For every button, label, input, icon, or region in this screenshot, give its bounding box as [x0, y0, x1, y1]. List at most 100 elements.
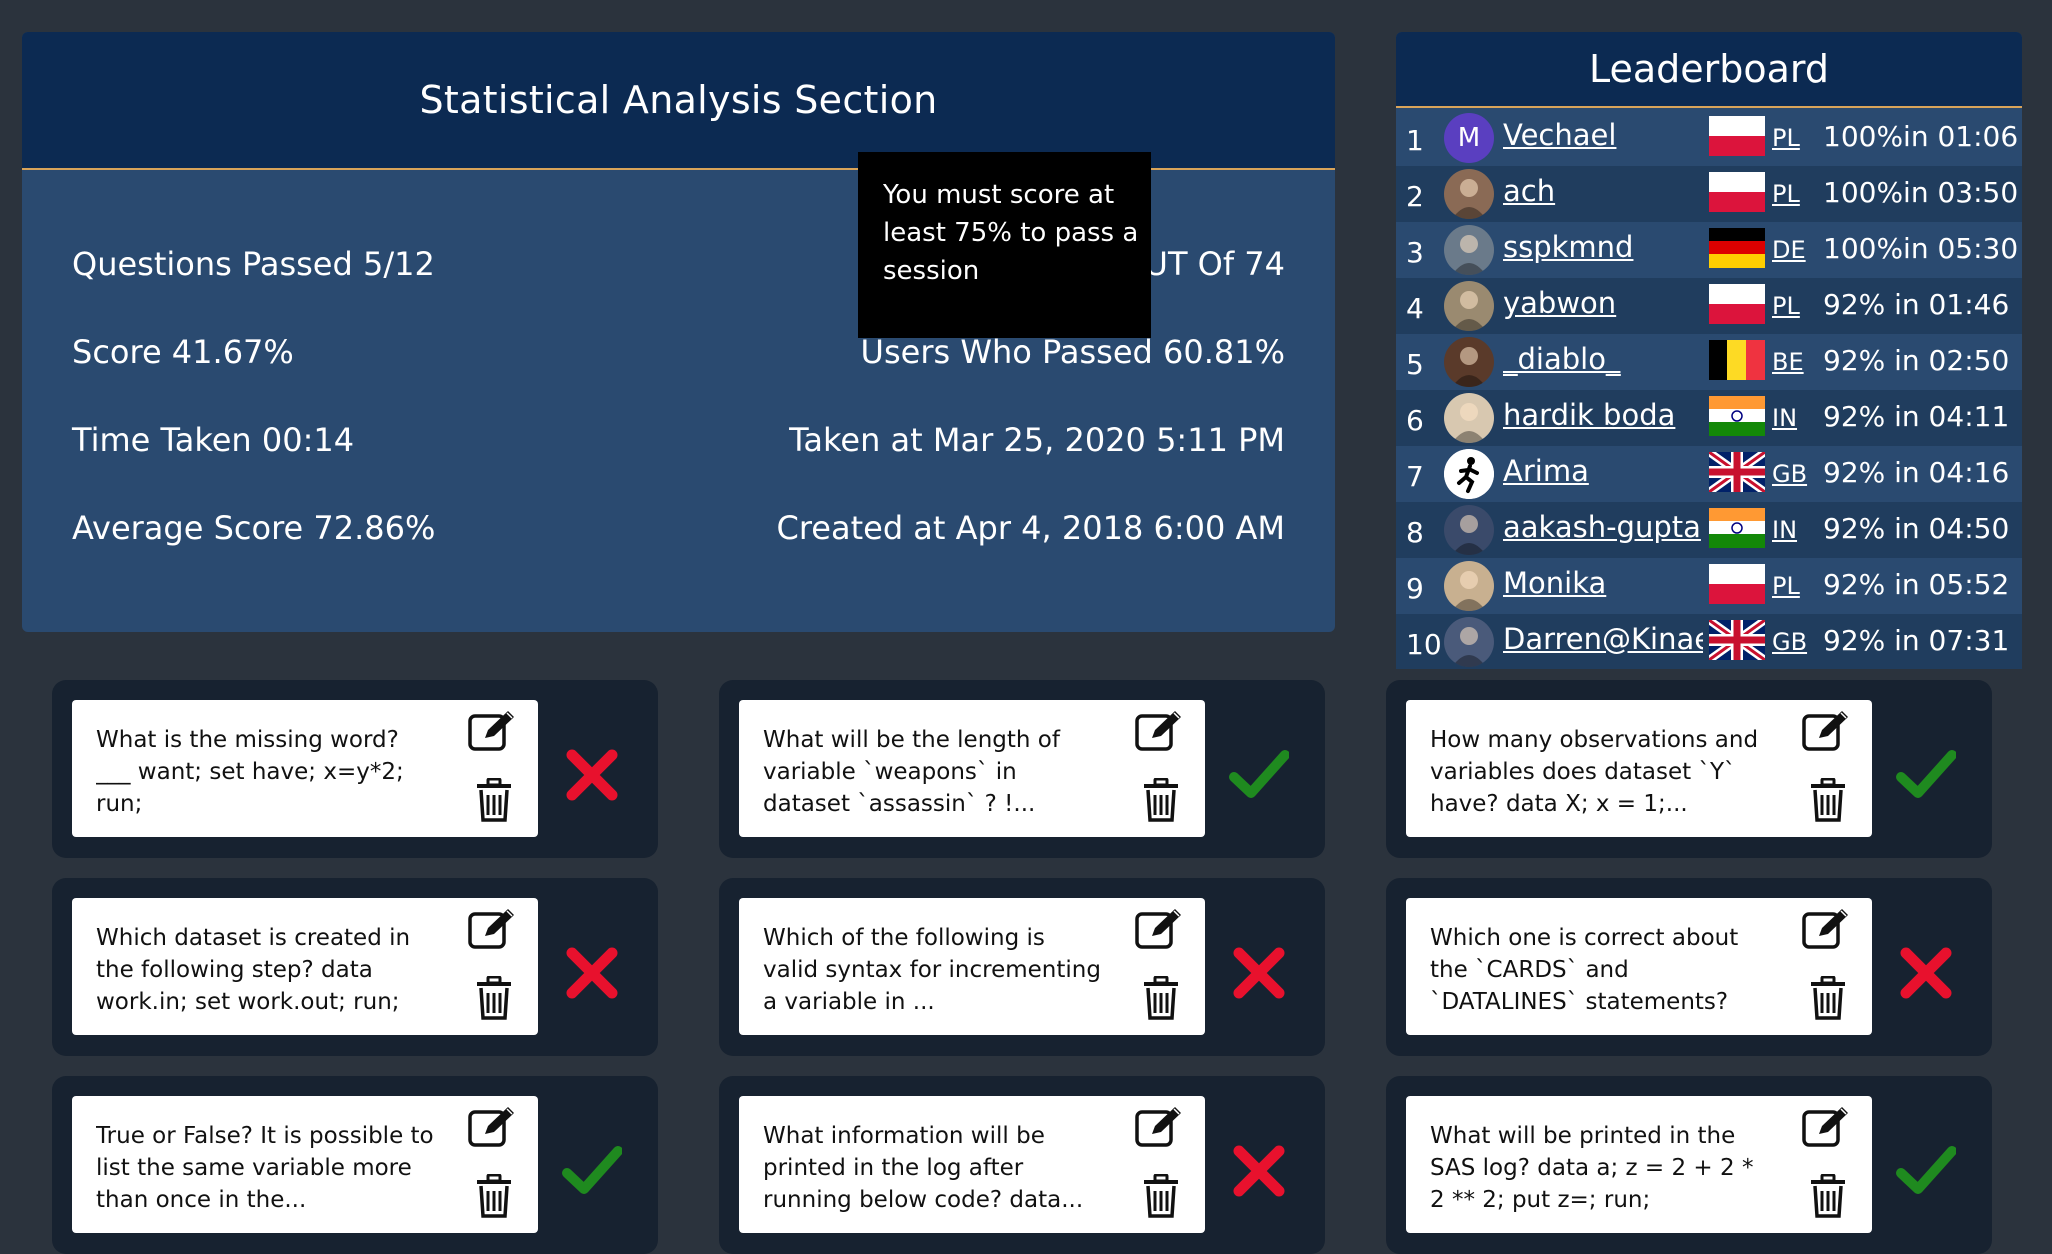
taken-at: Taken at Mar 25, 2020 5:11 PM — [789, 421, 1285, 459]
country-flag-icon — [1706, 448, 1768, 496]
edit-icon[interactable] — [467, 1104, 517, 1148]
edit-icon[interactable] — [1134, 708, 1184, 752]
country-code-link[interactable]: PL — [1772, 180, 1800, 208]
leaderboard-row: 7 Arima GB 92% in 04:16 — [1396, 446, 2022, 502]
trash-icon[interactable] — [475, 975, 513, 1020]
question-text[interactable]: What will be printed in the SAS log? dat… — [1430, 1120, 1770, 1220]
trash-icon[interactable] — [1809, 1173, 1847, 1218]
question-text[interactable]: What will be the length of variable `wea… — [763, 724, 1103, 824]
leaderboard-username-link[interactable]: _diablo_ — [1503, 342, 1703, 376]
leaderboard-row: 2 ach PL 100%in 03:50 — [1396, 166, 2022, 222]
edit-icon[interactable] — [467, 708, 517, 752]
country-code-link[interactable]: DE — [1772, 236, 1806, 264]
leaderboard-row: 6 hardik boda IN 92% in 04:11 — [1396, 390, 2022, 446]
leaderboard-rank: 3 — [1406, 236, 1424, 269]
leaderboard-username-link[interactable]: Vechael — [1503, 118, 1703, 152]
leaderboard-score: 100%in 03:50 — [1823, 176, 2019, 209]
edit-icon[interactable] — [1134, 1104, 1184, 1148]
question-box[interactable]: Which one is correct about the `CARDS` a… — [1406, 898, 1872, 1035]
question-box[interactable]: What will be the length of variable `wea… — [739, 700, 1205, 837]
question-card: How many observations and variables does… — [1386, 680, 1992, 858]
trash-icon[interactable] — [1142, 1173, 1180, 1218]
question-text[interactable]: Which one is correct about the `CARDS` a… — [1430, 922, 1770, 1022]
leaderboard-username-link[interactable]: sspkmnd — [1503, 230, 1703, 264]
question-card: What will be printed in the SAS log? dat… — [1386, 1076, 1992, 1254]
rank-out-of: UT Of 74 — [1144, 245, 1285, 283]
cross-icon — [562, 745, 622, 805]
question-card: What information will be printed in the … — [719, 1076, 1325, 1254]
leaderboard-score: 92% in 04:16 — [1823, 456, 2010, 489]
question-box[interactable]: Which of the following is valid syntax f… — [739, 898, 1205, 1035]
leaderboard-score: 100%in 05:30 — [1823, 232, 2019, 265]
question-box[interactable]: What will be printed in the SAS log? dat… — [1406, 1096, 1872, 1233]
leaderboard-username-link[interactable]: yabwon — [1503, 286, 1703, 320]
edit-icon[interactable] — [467, 906, 517, 950]
edit-icon[interactable] — [1134, 906, 1184, 950]
statistics-title: Statistical Analysis Section — [419, 78, 938, 122]
leaderboard-score: 92% in 01:46 — [1823, 288, 2010, 321]
leaderboard-username-link[interactable]: ach — [1503, 174, 1703, 208]
edit-icon[interactable] — [1801, 1104, 1851, 1148]
country-code-link[interactable]: BE — [1772, 348, 1804, 376]
user-avatar[interactable] — [1444, 225, 1494, 275]
question-text[interactable]: True or False? It is possible to list th… — [96, 1120, 436, 1220]
question-text[interactable]: What information will be printed in the … — [763, 1120, 1103, 1220]
question-text[interactable]: Which of the following is valid syntax f… — [763, 922, 1103, 1022]
user-avatar[interactable] — [1444, 617, 1494, 667]
leaderboard-rank: 7 — [1406, 460, 1424, 493]
country-flag-icon — [1709, 564, 1765, 604]
question-box[interactable]: What information will be printed in the … — [739, 1096, 1205, 1233]
leaderboard-username-link[interactable]: Arima — [1503, 454, 1703, 488]
country-code-link[interactable]: PL — [1772, 572, 1800, 600]
leaderboard-row: 3 sspkmnd DE 100%in 05:30 — [1396, 222, 2022, 278]
country-code-link[interactable]: GB — [1772, 628, 1807, 656]
country-code-link[interactable]: PL — [1772, 124, 1800, 152]
trash-icon[interactable] — [1142, 975, 1180, 1020]
user-avatar[interactable] — [1444, 169, 1494, 219]
score: Score 41.67% — [72, 333, 294, 371]
leaderboard-row: 9 Monika PL 92% in 05:52 — [1396, 558, 2022, 614]
country-flag-icon — [1709, 228, 1765, 268]
question-box[interactable]: Which dataset is created in the followin… — [72, 898, 538, 1035]
country-code-link[interactable]: IN — [1772, 404, 1797, 432]
leaderboard-rank: 1 — [1406, 124, 1424, 157]
country-code-link[interactable]: PL — [1772, 292, 1800, 320]
leaderboard-rank: 9 — [1406, 572, 1424, 605]
user-avatar[interactable]: M — [1444, 113, 1494, 163]
user-avatar[interactable] — [1444, 337, 1494, 387]
statistics-header: Statistical Analysis Section — [22, 32, 1335, 170]
user-avatar[interactable] — [1444, 561, 1494, 611]
question-box[interactable]: True or False? It is possible to list th… — [72, 1096, 538, 1233]
user-avatar[interactable] — [1444, 449, 1494, 499]
leaderboard-title: Leaderboard — [1588, 47, 1830, 91]
user-avatar[interactable] — [1444, 505, 1494, 555]
question-card: Which one is correct about the `CARDS` a… — [1386, 878, 1992, 1056]
question-box[interactable]: What is the missing word? ___ want; set … — [72, 700, 538, 837]
leaderboard-username-link[interactable]: aakash-gupta — [1503, 510, 1703, 544]
question-text[interactable]: What is the missing word? ___ want; set … — [96, 724, 436, 824]
edit-icon[interactable] — [1801, 708, 1851, 752]
leaderboard-username-link[interactable]: hardik boda — [1503, 398, 1703, 432]
user-avatar[interactable] — [1444, 281, 1494, 331]
leaderboard-username-link[interactable]: Monika — [1503, 566, 1703, 600]
leaderboard-rank: 10 — [1406, 628, 1442, 661]
trash-icon[interactable] — [475, 777, 513, 822]
trash-icon[interactable] — [1809, 777, 1847, 822]
trash-icon[interactable] — [475, 1173, 513, 1218]
leaderboard-rank: 2 — [1406, 180, 1424, 213]
tooltip-arrow — [1002, 314, 1036, 336]
leaderboard-username-link[interactable]: Darren@Kinae — [1503, 622, 1703, 656]
leaderboard-row: 10 Darren@Kinae GB 92% in 07:31 — [1396, 614, 2022, 669]
country-code-link[interactable]: GB — [1772, 460, 1807, 488]
question-box[interactable]: How many observations and variables does… — [1406, 700, 1872, 837]
question-text[interactable]: How many observations and variables does… — [1430, 724, 1770, 824]
edit-icon[interactable] — [1801, 906, 1851, 950]
cross-icon — [1896, 943, 1956, 1003]
trash-icon[interactable] — [1142, 777, 1180, 822]
user-avatar[interactable] — [1444, 393, 1494, 443]
trash-icon[interactable] — [1809, 975, 1847, 1020]
check-icon — [1896, 745, 1957, 805]
question-text[interactable]: Which dataset is created in the followin… — [96, 922, 436, 1022]
leaderboard-panel: Leaderboard 1 M Vechael PL 100%in 01:06 2 ach P… — [1396, 32, 2022, 669]
country-code-link[interactable]: IN — [1772, 516, 1797, 544]
